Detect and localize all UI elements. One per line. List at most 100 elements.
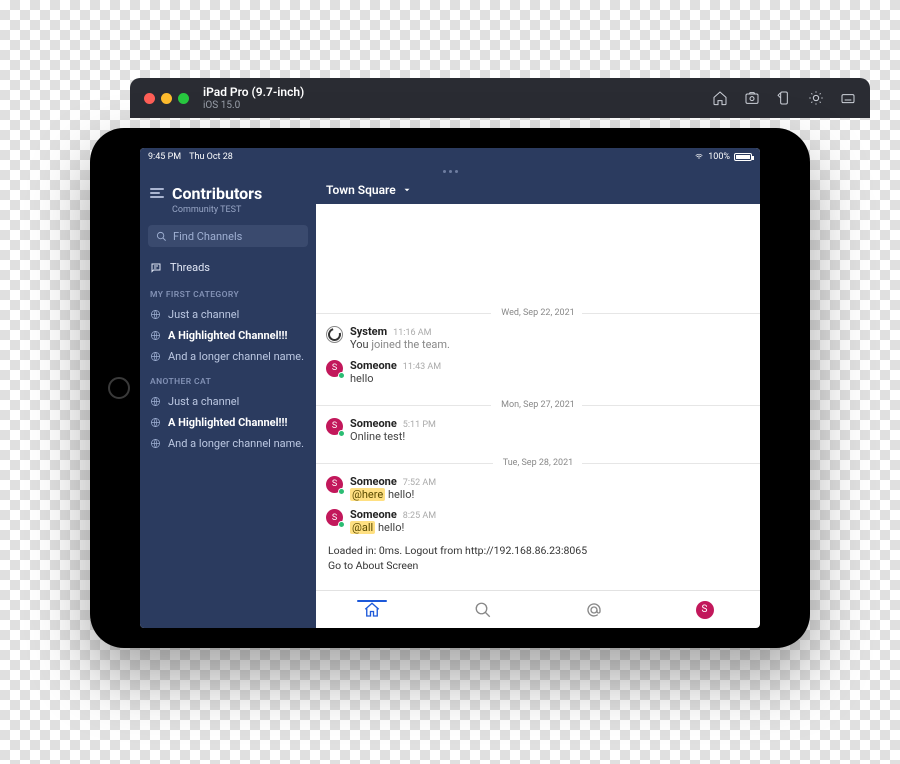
message-time: 7:52 AM — [403, 478, 436, 488]
message-row[interactable]: SSomeone5:11 PMOnline test! — [316, 414, 760, 448]
message-row[interactable]: SSomeone7:52 AM@here hello! — [316, 472, 760, 506]
channel-name: Just a channel — [168, 308, 239, 321]
globe-icon — [150, 330, 161, 341]
channel-name: And a longer channel name. — [168, 437, 304, 450]
channel-item[interactable]: Just a channel — [140, 304, 316, 325]
channel-title: Town Square — [326, 183, 396, 197]
mention-badge: @all — [350, 521, 375, 534]
tab-home[interactable] — [316, 601, 427, 619]
message-time: 11:16 AM — [393, 328, 431, 338]
profile-avatar: S — [696, 601, 714, 619]
channel-name: A Highlighted Channel!!! — [168, 416, 287, 429]
channel-name: And a longer channel name. — [168, 350, 304, 363]
main-panel: Town Square Wed, Sep 22, 2021 System 11:16… — [316, 176, 760, 628]
mention-tab-icon — [585, 601, 603, 619]
home-icon[interactable] — [712, 90, 728, 106]
user-avatar: S — [326, 476, 343, 493]
message-author: System — [350, 325, 387, 338]
user-avatar: S — [326, 509, 343, 526]
search-tab-icon — [474, 601, 492, 619]
tab-mentions[interactable] — [538, 601, 649, 619]
channel-item[interactable]: And a longer channel name. — [140, 433, 316, 454]
globe-icon — [150, 438, 161, 449]
threads-item[interactable]: Threads — [140, 255, 316, 280]
message-author: Someone — [350, 359, 397, 372]
ios-status-bar: 9:45 PM Thu Oct 28 100% — [140, 148, 760, 166]
status-time: 9:45 PM — [148, 152, 181, 162]
tab-profile[interactable]: S — [649, 601, 760, 619]
simulator-toolbar — [712, 90, 856, 106]
channel-item[interactable]: A Highlighted Channel!!! — [140, 325, 316, 346]
close-window-icon[interactable] — [144, 93, 155, 104]
brightness-icon[interactable] — [808, 90, 824, 106]
ipad-device-frame: 9:45 PM Thu Oct 28 100% Contributors Com… — [90, 128, 810, 648]
bottom-tab-bar: S — [316, 590, 760, 628]
message-author: Someone — [350, 417, 397, 430]
channel-name: Just a channel — [168, 395, 239, 408]
category-label[interactable]: MY FIRST CATEGORY — [140, 280, 316, 304]
message-author: Someone — [350, 508, 397, 521]
presence-indicator — [338, 372, 345, 379]
presence-indicator — [338, 430, 345, 437]
channel-item[interactable]: A Highlighted Channel!!! — [140, 412, 316, 433]
battery-icon — [734, 153, 752, 161]
message-author: Someone — [350, 475, 397, 488]
globe-icon — [150, 309, 161, 320]
date-separator: Tue, Sep 28, 2021 — [316, 454, 760, 472]
status-date: Thu Oct 28 — [189, 152, 233, 162]
screenshot-icon[interactable] — [744, 90, 760, 106]
presence-indicator — [338, 488, 345, 495]
simulator-title-block: iPad Pro (9.7-inch) iOS 15.0 — [203, 85, 304, 110]
system-avatar — [326, 326, 343, 343]
search-placeholder: Find Channels — [173, 230, 242, 243]
user-avatar: S — [326, 418, 343, 435]
ipad-screen: 9:45 PM Thu Oct 28 100% Contributors Com… — [140, 148, 760, 628]
message-row[interactable]: System11:16 AMYou joined the team. — [316, 322, 760, 356]
team-header[interactable]: Contributors Community TEST — [140, 176, 316, 221]
search-icon — [156, 231, 167, 242]
zoom-window-icon[interactable] — [178, 93, 189, 104]
team-subtitle: Community TEST — [172, 205, 262, 215]
sidebar: Contributors Community TEST Find Channel… — [140, 176, 316, 628]
channel-name: A Highlighted Channel!!! — [168, 329, 287, 342]
message-row[interactable]: SSomeone11:43 AMhello — [316, 356, 760, 390]
category-label[interactable]: ANOTHER CAT — [140, 367, 316, 391]
globe-icon — [150, 417, 161, 428]
message-list[interactable]: Wed, Sep 22, 2021System11:16 AMYou joine… — [316, 204, 760, 590]
debug-line-1[interactable]: Loaded in: 0ms. Logout from http://192.1… — [328, 543, 748, 558]
message-row[interactable]: SSomeone8:25 AM@all hello! — [316, 505, 760, 539]
threads-label: Threads — [170, 261, 210, 274]
home-tab-icon — [363, 601, 381, 619]
chevron-down-icon — [402, 185, 412, 195]
team-name: Contributors — [172, 184, 262, 203]
channel-item[interactable]: And a longer channel name. — [140, 346, 316, 367]
globe-icon — [150, 351, 161, 362]
app-content: Contributors Community TEST Find Channel… — [140, 176, 760, 628]
minimize-window-icon[interactable] — [161, 93, 172, 104]
mention-badge: @here — [350, 488, 385, 501]
status-battery-text: 100% — [708, 152, 730, 162]
window-traffic-lights[interactable] — [144, 93, 189, 104]
message-time: 8:25 AM — [403, 511, 436, 521]
presence-indicator — [338, 521, 345, 528]
rotate-icon[interactable] — [776, 90, 792, 106]
find-channels-input[interactable]: Find Channels — [148, 225, 308, 247]
wifi-icon — [694, 153, 704, 161]
channel-item[interactable]: Just a channel — [140, 391, 316, 412]
tab-search[interactable] — [427, 601, 538, 619]
debug-line-2[interactable]: Go to About Screen — [328, 558, 748, 573]
date-separator: Mon, Sep 27, 2021 — [316, 396, 760, 414]
simulator-device-name: iPad Pro (9.7-inch) — [203, 85, 304, 99]
threads-icon — [150, 262, 162, 274]
message-time: 11:43 AM — [403, 362, 441, 372]
simulator-window-bar: iPad Pro (9.7-inch) iOS 15.0 — [130, 78, 870, 118]
keyboard-icon[interactable] — [840, 90, 856, 106]
debug-footer: Loaded in: 0ms. Logout from http://192.1… — [316, 539, 760, 577]
date-separator: Wed, Sep 22, 2021 — [316, 304, 760, 322]
channel-header[interactable]: Town Square — [316, 176, 760, 204]
multitask-indicator[interactable] — [140, 166, 760, 176]
menu-icon[interactable] — [150, 188, 164, 198]
ipad-home-button[interactable] — [108, 377, 130, 399]
simulator-os-version: iOS 15.0 — [203, 100, 304, 111]
user-avatar: S — [326, 360, 343, 377]
